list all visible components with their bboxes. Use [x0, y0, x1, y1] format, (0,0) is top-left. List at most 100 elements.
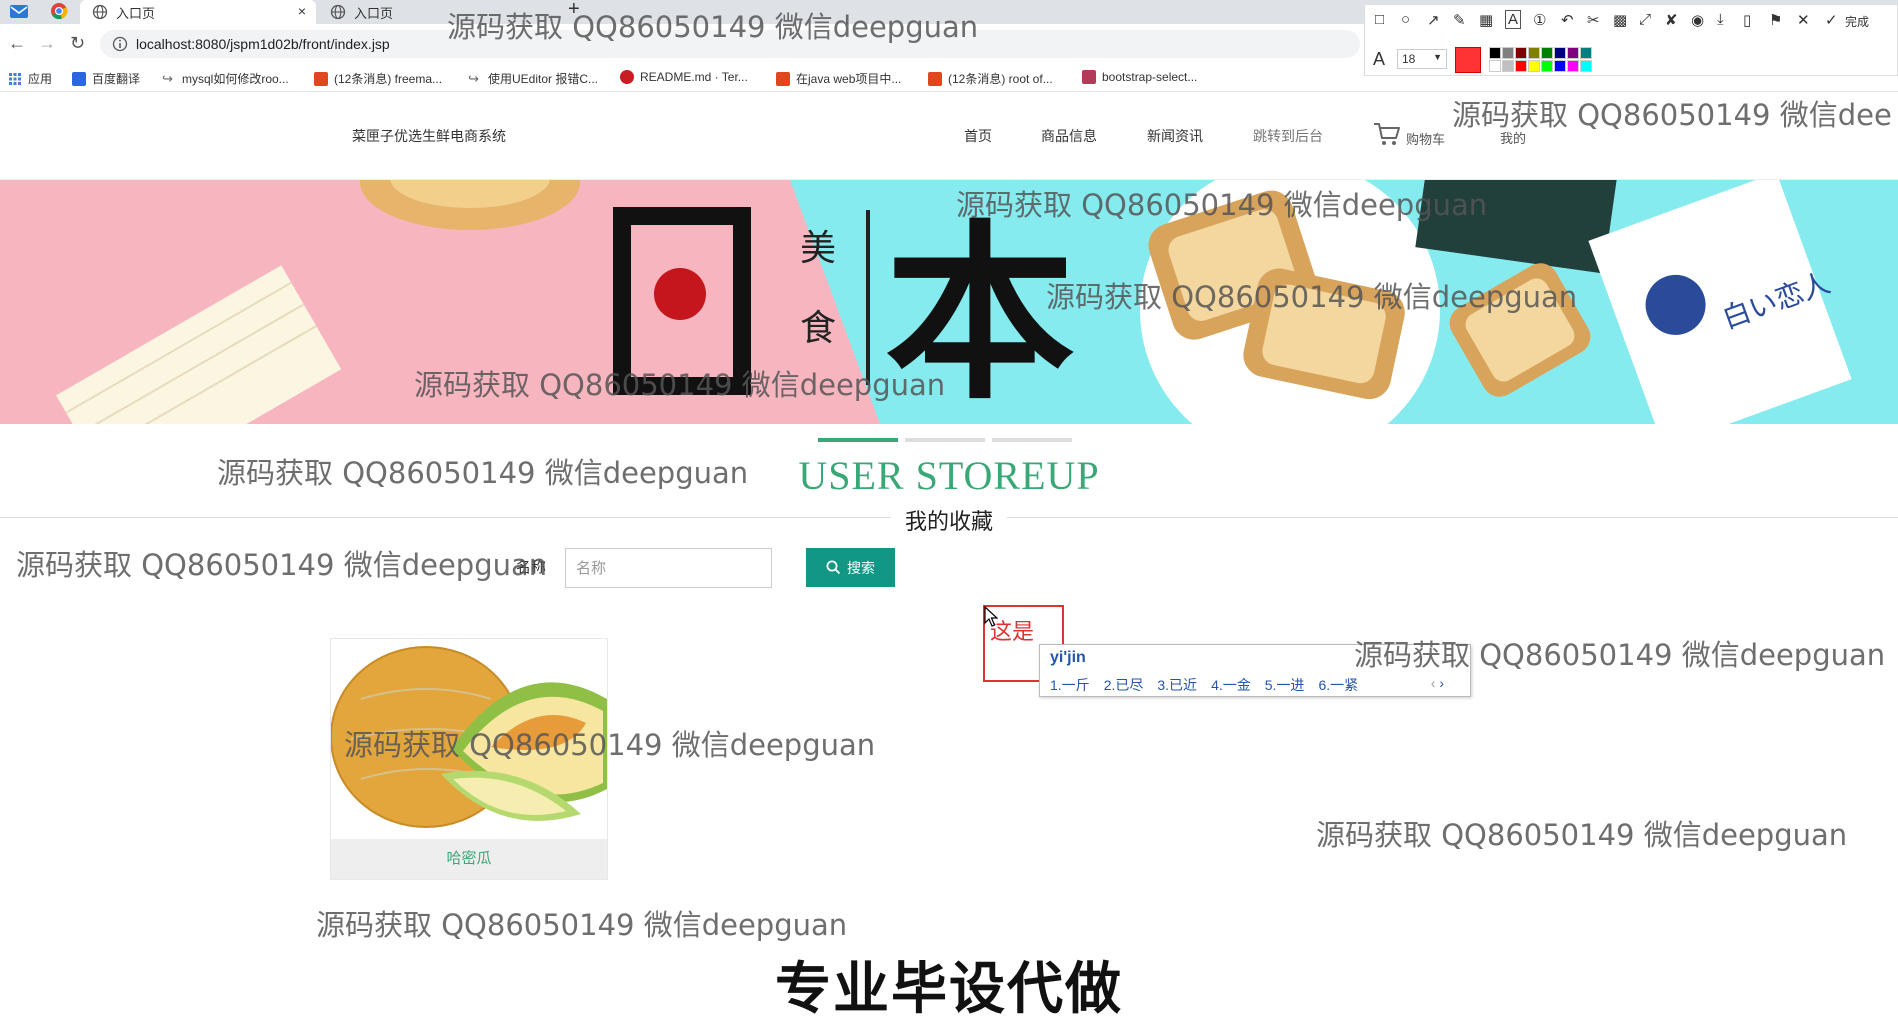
watermark: 源码获取 QQ86050149 微信deepguan — [414, 368, 946, 402]
color-swatch[interactable] — [1515, 60, 1527, 72]
color-swatch[interactable] — [1541, 47, 1553, 59]
ime-candidate[interactable]: 3.已近 — [1157, 675, 1197, 695]
watermark: 源码获取 QQ86050149 微信deepguan — [956, 188, 1488, 222]
expand-icon[interactable]: ⤢ — [1639, 11, 1651, 28]
cart-label: 购物车 — [1406, 132, 1446, 147]
undo-icon[interactable]: ↶ — [1561, 11, 1574, 29]
ime-candidate[interactable]: 5.一进 — [1265, 675, 1305, 695]
color-swatch[interactable] — [1515, 47, 1527, 59]
info-icon[interactable] — [112, 36, 128, 52]
ime-pager[interactable]: ‹ › — [1431, 675, 1444, 691]
cart-link[interactable]: 购物车 — [1372, 120, 1445, 148]
search-button-label: 搜索 — [847, 559, 875, 576]
color-swatch[interactable] — [1528, 60, 1540, 72]
bookmark-icon[interactable]: ⚑ — [1769, 11, 1782, 29]
color-swatch[interactable] — [1489, 60, 1501, 72]
color-swatch[interactable] — [1502, 47, 1514, 59]
bookmark-item[interactable]: README.md · Ter... — [620, 70, 748, 84]
svg-text:美: 美 — [800, 228, 836, 269]
color-swatch[interactable] — [1580, 60, 1592, 72]
tab-title: 入口页 — [354, 5, 394, 21]
color-swatch[interactable] — [1554, 47, 1566, 59]
ocr-icon[interactable]: ▩ — [1613, 11, 1627, 29]
color-swatch[interactable] — [1528, 47, 1540, 59]
mosaic-tool-icon[interactable]: ▦ — [1479, 11, 1493, 29]
bookmark-item[interactable]: 百度翻译 — [72, 70, 140, 87]
apps-grid-icon — [9, 72, 21, 85]
search-icon — [826, 560, 841, 575]
site-brand[interactable]: 菜匣子优选生鲜电商系统 — [352, 126, 506, 146]
tab-title: 入口页 — [116, 5, 156, 21]
overlay-banner: 专业毕设代做 — [775, 957, 1123, 1020]
forward-icon[interactable]: → — [38, 33, 56, 54]
watermark: 源码获取 QQ86050149 微信deepguan — [1316, 818, 1848, 852]
nav-admin[interactable]: 跳转到后台 — [1253, 126, 1323, 146]
ime-candidate[interactable]: 1.一斤 — [1050, 675, 1090, 695]
ellipse-tool-icon[interactable]: ○ — [1401, 11, 1410, 28]
reload-icon[interactable]: ↻ — [70, 33, 85, 54]
link-icon: ↪ — [468, 70, 479, 86]
color-swatch[interactable] — [1567, 60, 1579, 72]
watermark: 源码获取 QQ86050149 微信deepguan — [217, 456, 749, 490]
bookmark-item[interactable]: bootstrap-select... — [1082, 70, 1197, 84]
nav-home[interactable]: 首页 — [964, 126, 992, 146]
bookmark-item[interactable]: ↪ mysql如何修改roo... — [162, 70, 289, 87]
ime-candidates: 1.一斤 2.已尽 3.已近 4.一金 5.一进 6.一紧 — [1050, 675, 1358, 695]
ime-candidate[interactable]: 6.一紧 — [1318, 675, 1358, 695]
close-icon[interactable]: ✕ — [1797, 11, 1810, 29]
watermark: 源码获取 QQ86050149 微信deepguan — [16, 548, 548, 582]
arrow-tool-icon[interactable]: ↗ — [1427, 11, 1440, 29]
ime-input: yi'jin — [1050, 649, 1086, 666]
mail-icon[interactable] — [8, 2, 30, 20]
search-button[interactable]: 搜索 — [806, 548, 895, 587]
bookmark-item[interactable]: ↪ 使用UEditor 报错C... — [468, 70, 598, 87]
color-swatch[interactable] — [1567, 47, 1579, 59]
section-subtitle-row: 我的收藏 — [0, 504, 1898, 536]
current-color-swatch[interactable] — [1455, 47, 1481, 73]
product-name[interactable]: 哈密瓜 — [331, 839, 607, 879]
done-button[interactable]: 完成 — [1845, 13, 1869, 30]
translate-icon[interactable]: ✘ — [1665, 11, 1678, 29]
text-tool-icon[interactable]: A — [1505, 10, 1522, 29]
search-input[interactable] — [565, 548, 772, 588]
close-tab-icon[interactable]: × — [298, 3, 306, 19]
rectangle-tool-icon[interactable]: □ — [1375, 11, 1384, 28]
bookmark-item[interactable]: 在java web项目中... — [776, 70, 901, 87]
chevron-right-icon[interactable]: › — [1439, 675, 1444, 691]
font-size-select[interactable]: 18 ▼ — [1397, 49, 1447, 69]
link-icon: ↪ — [162, 70, 173, 86]
watermark: 源码获取 QQ86050149 微信deepguan — [1354, 638, 1886, 672]
hero-banner: 美 食 本 白い恋人 — [0, 180, 1898, 424]
ime-candidate[interactable]: 2.已尽 — [1104, 675, 1144, 695]
color-swatch[interactable] — [1580, 47, 1592, 59]
bookmark-item[interactable]: (12条消息) root of... — [928, 70, 1053, 87]
watermark: 源码获取 QQ86050149 微信deepguan — [316, 908, 848, 942]
bookmark-apps[interactable]: 应用 — [8, 70, 52, 87]
bookmark-item[interactable]: (12条消息) freema... — [314, 70, 442, 87]
check-icon[interactable]: ✓ — [1825, 11, 1838, 29]
globe-icon — [330, 4, 346, 20]
svg-text:食: 食 — [800, 308, 836, 349]
record-icon[interactable]: ◉ — [1691, 11, 1704, 29]
nav-products[interactable]: 商品信息 — [1041, 126, 1097, 146]
carousel-indicators — [818, 438, 1072, 442]
back-icon[interactable]: ← — [8, 33, 26, 54]
globe-icon — [92, 4, 108, 20]
tab-active[interactable]: 入口页 × — [80, 0, 316, 24]
ime-candidate[interactable]: 4.一金 — [1211, 675, 1251, 695]
screenshot-toolbar: □ ○ ↗ ✎ ▦ A ① ↶ ✂ ▩ ⤢ ✘ ◉ ⤓ ▯ ⚑ ✕ ✓ 完成 A… — [1364, 4, 1898, 76]
color-swatch[interactable] — [1554, 60, 1566, 72]
nav-news[interactable]: 新闻资讯 — [1147, 126, 1203, 146]
download-icon[interactable]: ⤓ — [1717, 11, 1724, 28]
pen-tool-icon[interactable]: ✎ — [1453, 11, 1466, 29]
phone-icon[interactable]: ▯ — [1743, 11, 1751, 29]
color-swatch[interactable] — [1502, 60, 1514, 72]
url-text: localhost:8080/jspm1d02b/front/index.jsp — [136, 36, 390, 52]
color-swatch[interactable] — [1489, 47, 1501, 59]
baidu-translate-icon — [72, 71, 86, 86]
number-tool-icon[interactable]: ① — [1533, 11, 1546, 29]
color-swatch[interactable] — [1541, 60, 1553, 72]
chrome-icon[interactable] — [48, 2, 70, 20]
pin-icon[interactable]: ✂ — [1587, 11, 1600, 29]
mouse-cursor-icon — [984, 606, 998, 627]
